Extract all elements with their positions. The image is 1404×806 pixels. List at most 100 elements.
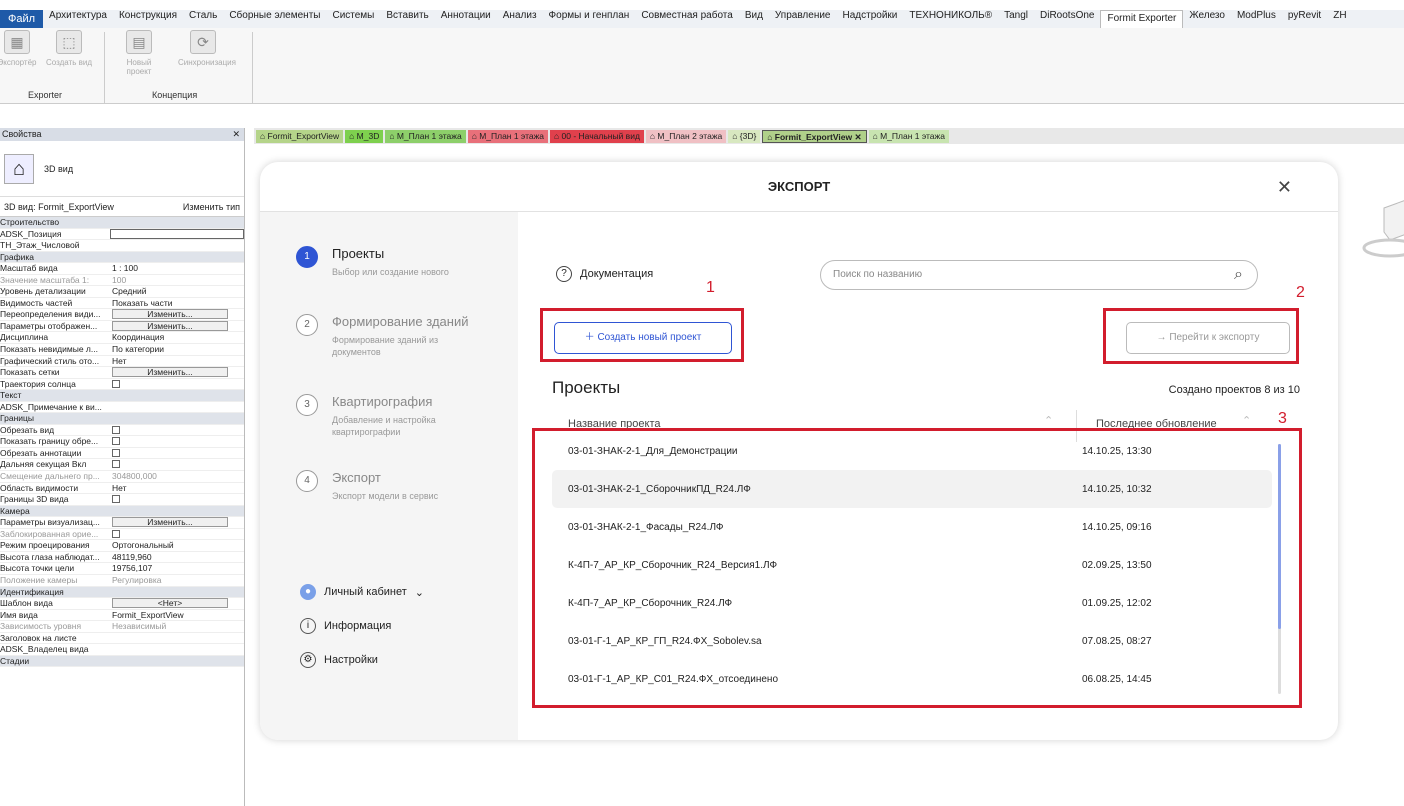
menu-item[interactable]: Аннотации (435, 10, 497, 28)
property-checkbox[interactable] (112, 379, 120, 388)
menu-item[interactable]: Formit Exporter (1100, 10, 1184, 28)
property-edit-button[interactable]: Изменить... (112, 320, 228, 331)
property-value[interactable] (110, 633, 244, 644)
menu-item[interactable]: Вид (739, 10, 769, 28)
view-icon: ⌂ (260, 130, 268, 141)
view-label[interactable]: 3D вид: Formit_ExportView (4, 202, 114, 212)
sync-button[interactable]: ⟳ Синхронизация (178, 30, 236, 67)
menu-item[interactable]: ModPlus (1231, 10, 1282, 28)
search-icon[interactable]: ⌕ (1234, 261, 1243, 289)
exporter-button[interactable]: ▦ Экспортёр (0, 30, 42, 67)
view-cube-icon (1362, 200, 1404, 258)
settings-link[interactable]: ⚙ Настройки (300, 652, 378, 668)
property-checkbox[interactable] (112, 460, 120, 469)
property-checkbox[interactable] (112, 495, 120, 504)
menu-item[interactable]: Железо (1183, 10, 1231, 28)
menu-item[interactable]: DiRootsOne (1034, 10, 1100, 28)
property-group[interactable]: Идентификация (0, 586, 244, 599)
menu-item[interactable]: ZH (1327, 10, 1352, 28)
view-tab[interactable]: ⌂ M_План 1 этажа (868, 129, 949, 143)
menu-item[interactable]: Совместная работа (635, 10, 739, 28)
close-icon[interactable]: ✕ (852, 132, 861, 142)
property-edit-button[interactable]: Изменить... (112, 517, 228, 528)
view-tab[interactable]: ⌂ M_План 1 этажа (385, 129, 466, 143)
menu-item[interactable]: Системы (326, 10, 380, 28)
property-group[interactable]: Границы (0, 413, 244, 425)
property-value[interactable] (110, 240, 244, 251)
property-value[interactable]: Показать части (110, 298, 244, 309)
property-value[interactable]: Нет (110, 356, 244, 367)
property-value[interactable]: Средний (110, 286, 244, 297)
close-icon[interactable]: ✕ (232, 128, 240, 141)
menu-item[interactable]: Сборные элементы (223, 10, 326, 28)
view-cube[interactable] (1362, 190, 1404, 270)
documentation-link[interactable]: ? Документация (556, 266, 653, 282)
property-value[interactable]: Независимый (110, 621, 244, 632)
property-value[interactable]: Координация (110, 332, 244, 343)
property-input[interactable] (110, 228, 244, 239)
view-tab[interactable]: ⌂ M_План 1 этажа (467, 129, 549, 143)
property-group[interactable]: Графика (0, 251, 244, 264)
property-group[interactable]: Камера (0, 505, 244, 518)
info-link[interactable]: i Информация (300, 618, 391, 634)
menu-item[interactable]: Надстройки (837, 10, 904, 28)
property-value[interactable]: Нет (110, 483, 244, 494)
menu-item[interactable]: Tangl (998, 10, 1034, 28)
menu-item[interactable]: Сталь (183, 10, 223, 28)
property-value[interactable]: Ортогональный (110, 540, 244, 551)
property-checkbox[interactable] (112, 437, 120, 446)
menu-item[interactable]: Анализ (497, 10, 543, 28)
property-value[interactable]: 304800,000 (110, 471, 244, 482)
property-value[interactable]: Регулировка (110, 575, 244, 586)
sort-icon[interactable]: ⌃ (1242, 414, 1251, 427)
property-name: Значение масштаба 1: (0, 274, 90, 285)
view-tab[interactable]: ⌂ Formit_ExportView (256, 129, 344, 143)
property-name: Заблокированная орие... (0, 528, 99, 539)
new-project-button[interactable]: ▤ Новый проект (114, 30, 164, 76)
property-checkbox[interactable] (112, 529, 120, 538)
property-value[interactable]: 19756,107 (110, 563, 244, 574)
property-row: Границы 3D вида (0, 494, 244, 506)
property-value[interactable] (110, 644, 244, 655)
property-name: ADSK_Позиция (0, 228, 62, 239)
property-value[interactable]: 100 (110, 275, 244, 286)
menu-item[interactable]: Формы и генплан (543, 10, 636, 28)
view-tab[interactable]: ⌂ M_3D (345, 129, 384, 143)
menu-item[interactable]: ТЕХНОНИКОЛЬ® (903, 10, 998, 28)
view-tab[interactable]: ⌂ M_План 2 этажа (645, 129, 727, 143)
property-group[interactable]: Строительство (0, 217, 244, 229)
property-checkbox[interactable] (112, 448, 120, 457)
menu-item[interactable]: Конструкция (113, 10, 183, 28)
property-value[interactable] (110, 402, 244, 413)
property-row: Значение масштаба 1: 100 (0, 275, 244, 287)
view-tab[interactable]: ⌂ Formit_ExportView ✕ (762, 129, 867, 143)
property-value[interactable]: 48119,960 (110, 552, 244, 563)
menu-item[interactable]: pyRevit (1282, 10, 1327, 28)
property-checkbox[interactable] (112, 425, 120, 434)
step-number: 3 (296, 394, 318, 416)
close-icon[interactable]: ✕ (1277, 162, 1292, 212)
account-link[interactable]: ● Личный кабинет ⌄ (300, 584, 424, 600)
property-value[interactable]: 1 : 100 (110, 263, 244, 274)
type-selector[interactable]: ⌂ 3D вид (0, 141, 244, 197)
view-tab[interactable]: ⌂ 00 - Начальный вид (550, 129, 644, 143)
view-tab[interactable]: ⌂ {3D} (728, 129, 761, 143)
sort-icon[interactable]: ⌃ (1044, 414, 1053, 427)
property-edit-button[interactable]: <Нет> (112, 598, 228, 609)
property-edit-button[interactable]: Изменить... (112, 367, 228, 378)
edit-type-button[interactable]: Изменить тип (183, 202, 240, 212)
menu-item[interactable]: Архитектура (43, 10, 113, 28)
property-name: Графический стиль ото... (0, 355, 100, 366)
property-value[interactable]: По категории (110, 344, 244, 355)
menu-file[interactable]: Файл (0, 10, 44, 28)
property-group[interactable]: Стадии (0, 655, 244, 668)
property-value[interactable]: Formit_ExportView (110, 610, 244, 621)
create-view-button[interactable]: ⬚ Создать вид (44, 30, 94, 67)
projects-count: Создано проектов 8 из 10 (1168, 384, 1300, 396)
search-input[interactable]: Поиск по названию ⌕ (820, 260, 1258, 290)
property-edit-button[interactable]: Изменить... (112, 309, 228, 320)
property-group[interactable]: Текст (0, 390, 244, 402)
menu-item[interactable]: Вставить (380, 10, 434, 28)
menu-item[interactable]: Управление (769, 10, 837, 28)
ribbon: ▦ Экспортёр ⬚ Создать вид ▤ Новый проект ⟳ С… (0, 28, 1404, 104)
